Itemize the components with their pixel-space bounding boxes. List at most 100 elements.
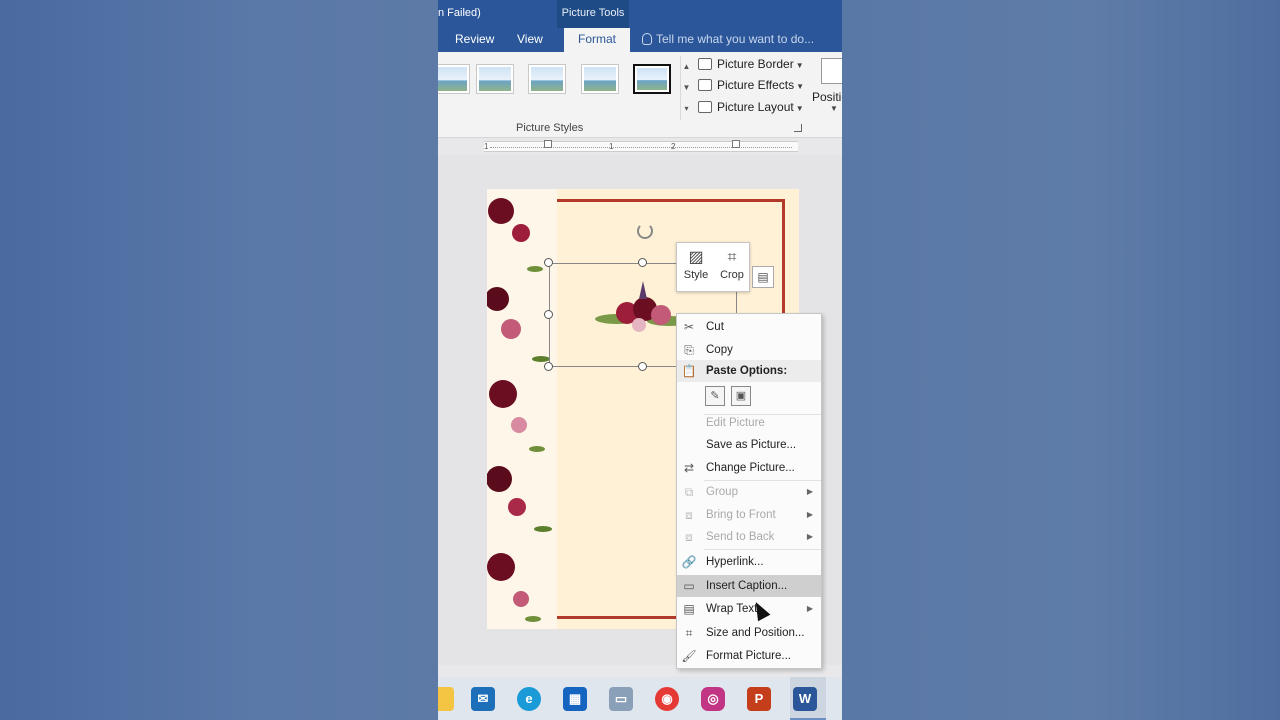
menu-item-change-picture[interactable]: ⇄ Change Picture...	[677, 457, 821, 479]
paste-options-header: 📋 Paste Options:	[677, 360, 821, 382]
menu-item-edit-picture: Edit Picture	[706, 417, 765, 429]
store-icon[interactable]: ▦	[563, 687, 587, 711]
picture-tools-context-label: Picture Tools	[557, 0, 629, 28]
chevron-down-icon: ▼	[795, 61, 804, 70]
position-icon[interactable]	[821, 58, 842, 84]
ruler-label: 1	[484, 142, 489, 151]
resize-handle[interactable]	[544, 310, 553, 319]
picture-style-thumbnail[interactable]	[528, 64, 566, 94]
submenu-arrow-icon: ▶	[806, 604, 813, 613]
ribbon-format: ▲ ▼ ▾ Picture Border ▼ Picture Effects ▼ P…	[438, 52, 842, 138]
caption-icon: ▭	[683, 579, 695, 593]
crop-button[interactable]: ⌗ Crop	[715, 247, 749, 281]
picture-border-label: Picture Border	[717, 57, 794, 71]
ribbon-tab-bar: Review View Format Tell me what you want…	[438, 28, 842, 52]
word-window: n Failed) Picture Tools Review View Form…	[438, 0, 842, 720]
powerpoint-icon[interactable]: P	[747, 687, 771, 711]
bring-to-front-icon: ⧈	[685, 508, 693, 522]
crop-label: Crop	[720, 269, 744, 281]
indent-marker[interactable]	[544, 140, 552, 148]
picture-styles-group-label: Picture Styles	[516, 122, 584, 134]
menu-item-cut[interactable]: ✂ Cut	[677, 316, 821, 338]
picture-style-thumbnail[interactable]	[438, 64, 470, 94]
remote-icon[interactable]: ▭	[609, 687, 633, 711]
tell-me-box[interactable]: Tell me what you want to do...	[642, 28, 814, 52]
context-menu: ✂ Cut ⎘ Copy 📋 Paste Options: ✎ ▣ Edit Pi…	[676, 313, 822, 669]
chrome-icon[interactable]: ◉	[655, 687, 679, 711]
picture-layout-button[interactable]: Picture Layout ▼	[698, 97, 804, 117]
lightbulb-icon	[642, 33, 652, 45]
mail-icon[interactable]: ✉	[471, 687, 495, 711]
instagram-icon[interactable]: ◎	[701, 687, 725, 711]
title-bar: n Failed) Picture Tools	[438, 0, 842, 28]
submenu-arrow-icon: ▶	[806, 487, 813, 496]
menu-item-save-as-picture[interactable]: Save as Picture...	[677, 434, 821, 456]
size-position-icon: ⌗	[685, 626, 693, 640]
gallery-scroll[interactable]: ▲ ▼ ▾	[680, 56, 692, 120]
layout-icon	[698, 101, 712, 113]
chevron-down-icon: ▼	[795, 104, 804, 113]
change-picture-icon: ⇄	[683, 461, 695, 475]
menu-item-size-and-position[interactable]: ⌗ Size and Position...	[677, 622, 821, 644]
picture-style-thumbnail-selected[interactable]	[633, 64, 671, 94]
style-label: Style	[683, 269, 709, 281]
chevron-down-icon: ▼	[796, 82, 805, 91]
rotate-handle-icon[interactable]	[637, 223, 653, 239]
picture-layout-label: Picture Layout	[717, 100, 794, 114]
copy-icon: ⎘	[684, 343, 694, 357]
ruler-label: 1	[609, 142, 614, 151]
window-title: n Failed)	[438, 7, 481, 19]
edge-icon[interactable]: e	[517, 687, 541, 711]
chevron-down-icon: ▼	[830, 104, 838, 113]
taskbar: ✉ e ▦ ▭ ◉ ◎ P W	[438, 677, 842, 720]
menu-item-wrap-text[interactable]: ▤ Wrap Text ▶	[677, 598, 821, 620]
menu-item-format-picture[interactable]: 🖌 Format Picture...	[677, 645, 821, 667]
resize-handle[interactable]	[544, 362, 553, 371]
paste-keep-formatting-icon[interactable]: ✎	[705, 386, 725, 406]
menu-item-bring-to-front: ⧈ Bring to Front ▶	[677, 504, 821, 526]
tell-me-placeholder: Tell me what you want to do...	[656, 32, 815, 46]
mini-toolbar: ▨ Style ⌗ Crop	[676, 242, 750, 292]
menu-item-copy[interactable]: ⎘ Copy	[677, 339, 821, 361]
floral-border-image[interactable]	[487, 189, 577, 629]
ruler-label: 2	[671, 142, 676, 151]
resize-handle[interactable]	[638, 258, 647, 267]
picture-border-button[interactable]: Picture Border ▼	[698, 54, 804, 74]
horizontal-ruler[interactable]: 1 1 2	[484, 140, 798, 152]
gallery-more-icon[interactable]: ▾	[681, 98, 692, 119]
picture-effects-label: Picture Effects	[717, 78, 795, 92]
style-button[interactable]: ▨ Style	[679, 247, 713, 281]
hyperlink-icon: 🔗	[681, 555, 697, 569]
picture-style-thumbnail[interactable]	[476, 64, 514, 94]
tab-review[interactable]: Review	[446, 28, 503, 52]
scissors-icon: ✂	[683, 320, 695, 334]
effects-icon	[698, 79, 712, 91]
gallery-up-icon[interactable]: ▲	[681, 56, 692, 77]
paste-options-buttons: ✎ ▣	[705, 386, 757, 410]
picture-style-thumbnail[interactable]	[581, 64, 619, 94]
position-label[interactable]: Positio	[812, 90, 842, 104]
pencil-border-icon	[698, 58, 712, 70]
tab-view[interactable]: View	[508, 28, 552, 52]
menu-item-insert-caption[interactable]: ▭ Insert Caption...	[677, 575, 821, 597]
wrap-text-icon: ▤	[683, 602, 695, 616]
menu-item-group: ⧉ Group ▶	[677, 481, 821, 503]
resize-handle[interactable]	[544, 258, 553, 267]
clipboard-icon: 📋	[681, 364, 697, 378]
gallery-down-icon[interactable]: ▼	[681, 77, 692, 98]
dialog-launcher-icon[interactable]	[794, 124, 802, 132]
paste-picture-icon[interactable]: ▣	[731, 386, 751, 406]
submenu-arrow-icon: ▶	[806, 510, 813, 519]
crop-icon: ⌗	[727, 249, 737, 266]
layout-options-icon[interactable]: ▤	[752, 266, 774, 288]
menu-item-hyperlink[interactable]: 🔗 Hyperlink...	[677, 551, 821, 573]
right-indent-marker[interactable]	[732, 140, 740, 148]
style-icon: ▨	[688, 249, 704, 266]
word-icon[interactable]: W	[793, 687, 817, 711]
tab-format[interactable]: Format	[564, 28, 630, 52]
resize-handle[interactable]	[638, 362, 647, 371]
file-explorer-icon[interactable]	[438, 687, 454, 711]
picture-effects-button[interactable]: Picture Effects ▼	[698, 75, 804, 95]
menu-item-send-to-back: ⧈ Send to Back ▶	[677, 526, 821, 548]
format-picture-icon: 🖌	[681, 649, 697, 663]
